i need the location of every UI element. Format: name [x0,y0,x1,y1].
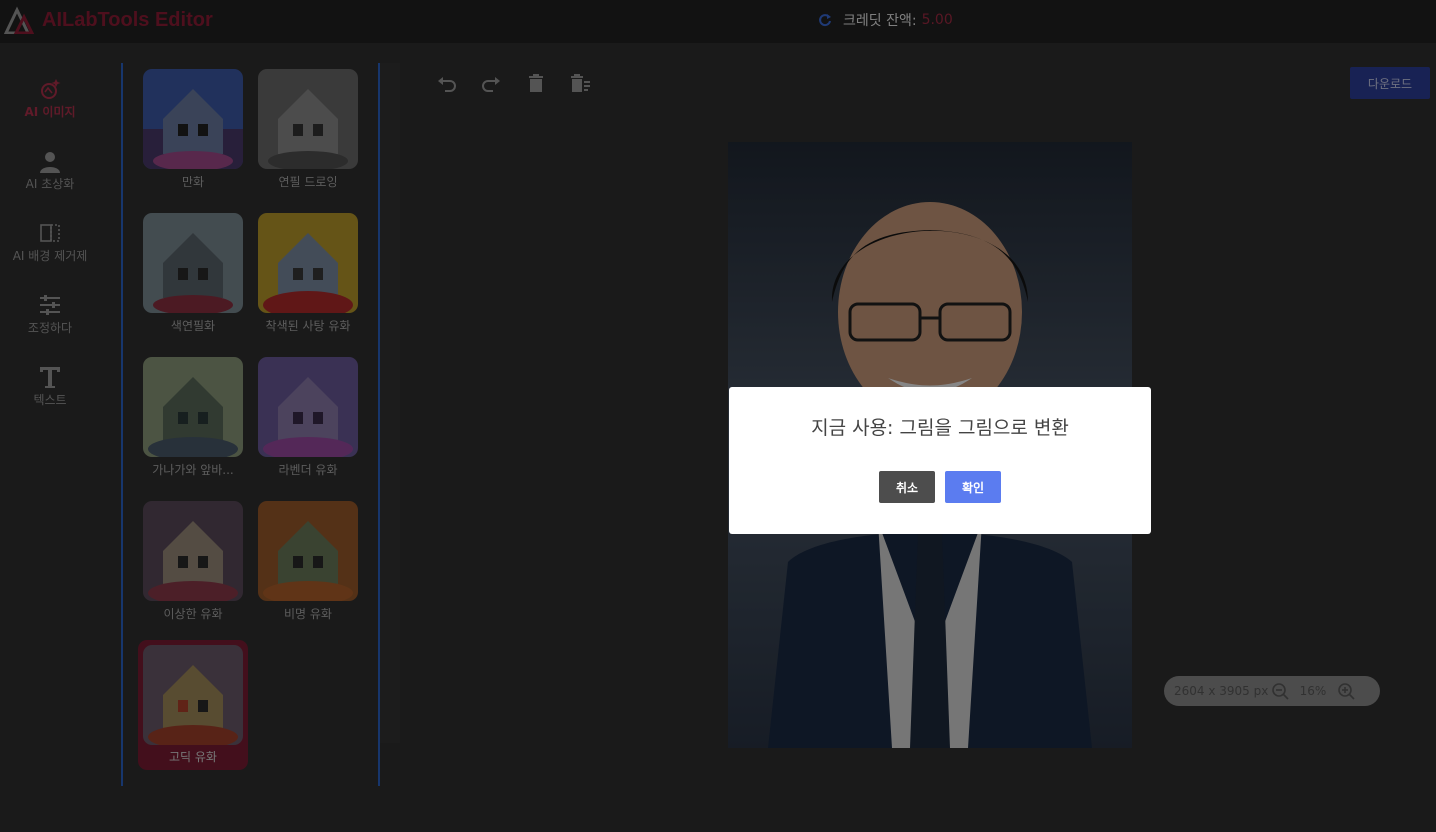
confirm-button[interactable]: 확인 [945,471,1001,503]
cancel-button[interactable]: 취소 [879,471,935,503]
dialog-title: 지금 사용: 그림을 그림으로 변환 [811,417,1069,439]
confirm-dialog: 지금 사용: 그림을 그림으로 변환 취소 확인 [729,387,1151,534]
modal-overlay[interactable] [0,0,1436,832]
